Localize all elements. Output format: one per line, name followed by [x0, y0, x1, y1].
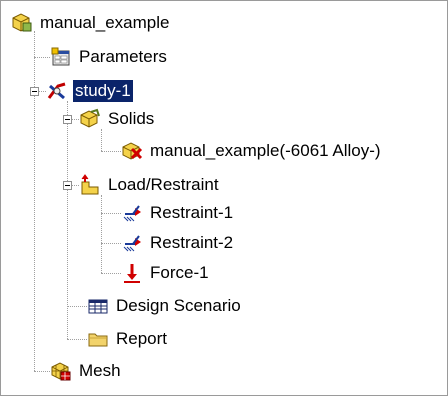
- tree-node-parameters[interactable]: Parameters: [50, 45, 169, 69]
- feature-tree-panel: manual_example Parameters study-1 Solids…: [0, 0, 448, 396]
- tree-node-report[interactable]: Report: [87, 327, 169, 351]
- part-assembly-icon: [12, 13, 32, 32]
- solids-icon: [80, 108, 100, 128]
- force-arrow-icon: [124, 264, 140, 283]
- tree-line: [67, 101, 68, 339]
- tree-node-label: Parameters: [79, 47, 167, 66]
- tree-line: [67, 339, 87, 340]
- tree-line: [101, 195, 102, 273]
- tree-line: [101, 213, 121, 214]
- study-icon: [47, 82, 66, 100]
- collapse-toggle-solids[interactable]: [63, 115, 72, 124]
- tree-node-label: Restraint-2: [150, 233, 234, 252]
- tree-node-load-restraint[interactable]: Load/Restraint: [79, 173, 221, 197]
- tree-node-root[interactable]: manual_example: [11, 11, 171, 35]
- tree-line: [34, 31, 35, 371]
- restraint-icon: [123, 235, 141, 252]
- tree-line: [67, 306, 87, 307]
- tree-node-label: Solids: [108, 109, 155, 128]
- tree-node-solid-body[interactable]: manual_example(-6061 Alloy-): [121, 139, 383, 163]
- tree-node-solids[interactable]: Solids: [79, 107, 156, 131]
- tree-node-label: Restraint-1: [150, 203, 234, 222]
- design-scenario-table-icon: [88, 299, 108, 314]
- tree-line: [101, 151, 121, 152]
- tree-node-label: Force-1: [150, 263, 209, 282]
- tree-node-label: Report: [116, 329, 168, 348]
- report-folder-icon: [88, 333, 108, 347]
- tree-node-label: Load/Restraint: [108, 175, 219, 194]
- load-restraint-icon: [81, 174, 99, 195]
- tree-node-restraint-1[interactable]: Restraint-1: [121, 201, 235, 225]
- tree-node-force-1[interactable]: Force-1: [121, 261, 211, 285]
- tree-node-label: Design Scenario: [116, 296, 241, 315]
- tree-node-label: study-1: [73, 80, 133, 102]
- mesh-icon: [51, 362, 71, 381]
- tree-node-study-1[interactable]: study-1: [46, 79, 133, 103]
- collapse-toggle-load-restraint[interactable]: [63, 181, 72, 190]
- tree-line: [101, 273, 121, 274]
- tree-node-label: Mesh: [79, 361, 121, 380]
- tree-node-label: manual_example(-6061 Alloy-): [150, 141, 381, 160]
- tree-node-label: manual_example: [40, 13, 170, 32]
- tree-line: [101, 129, 102, 151]
- tree-node-mesh[interactable]: Mesh: [50, 359, 123, 383]
- restraint-icon: [123, 205, 141, 222]
- tree-line: [34, 57, 50, 58]
- tree-node-restraint-2[interactable]: Restraint-2: [121, 231, 235, 255]
- tree-line: [101, 243, 121, 244]
- parameters-icon: [51, 47, 70, 66]
- tree-node-design-scenario[interactable]: Design Scenario: [87, 294, 243, 318]
- solid-body-icon: [122, 142, 143, 160]
- tree-line: [34, 371, 50, 372]
- collapse-toggle-study[interactable]: [30, 87, 39, 96]
